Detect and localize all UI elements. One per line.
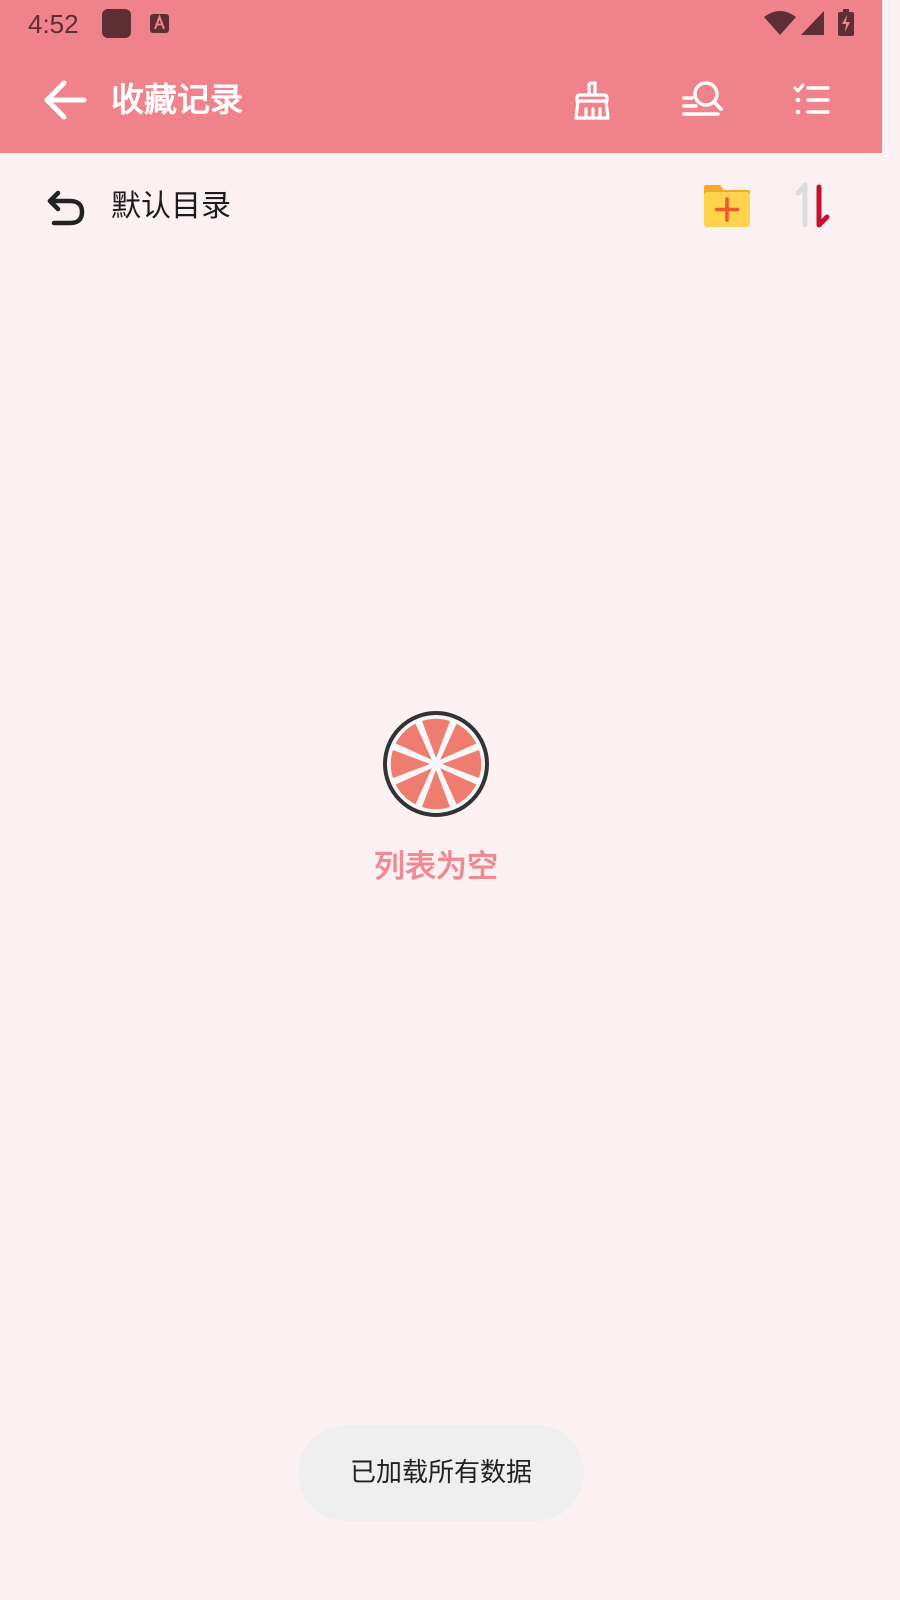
status-bar: 4:52 — [0, 0, 882, 48]
undo-icon[interactable] — [44, 185, 88, 229]
toolbar: 收藏记录 — [0, 48, 882, 153]
sort-icon[interactable] — [792, 181, 840, 233]
toast-text: 已加载所有数据 — [349, 1458, 532, 1488]
multi-select-button[interactable] — [788, 76, 836, 124]
folder-add-icon[interactable] — [702, 181, 752, 231]
search-list-icon — [682, 81, 723, 116]
toast: 已加载所有数据 — [298, 1425, 584, 1521]
app-icon — [102, 9, 131, 38]
checklist-icon — [793, 83, 830, 115]
arrow-left-icon[interactable] — [40, 78, 88, 122]
page-title: 收藏记录 — [111, 80, 243, 119]
battery-icon — [838, 9, 854, 36]
grapefruit-icon — [383, 711, 489, 817]
wifi-icon — [764, 11, 796, 35]
folder-name[interactable]: 默认目录 — [111, 187, 231, 227]
signal-icon — [801, 11, 824, 35]
search-button[interactable] — [678, 76, 726, 124]
clean-button[interactable] — [568, 76, 616, 124]
broom-icon — [574, 81, 610, 120]
empty-state-text: 列表为空 — [374, 849, 498, 885]
folder-bar: 默认目录 — [0, 153, 882, 263]
a-icon — [150, 14, 169, 33]
status-time: 4:52 — [28, 9, 79, 39]
